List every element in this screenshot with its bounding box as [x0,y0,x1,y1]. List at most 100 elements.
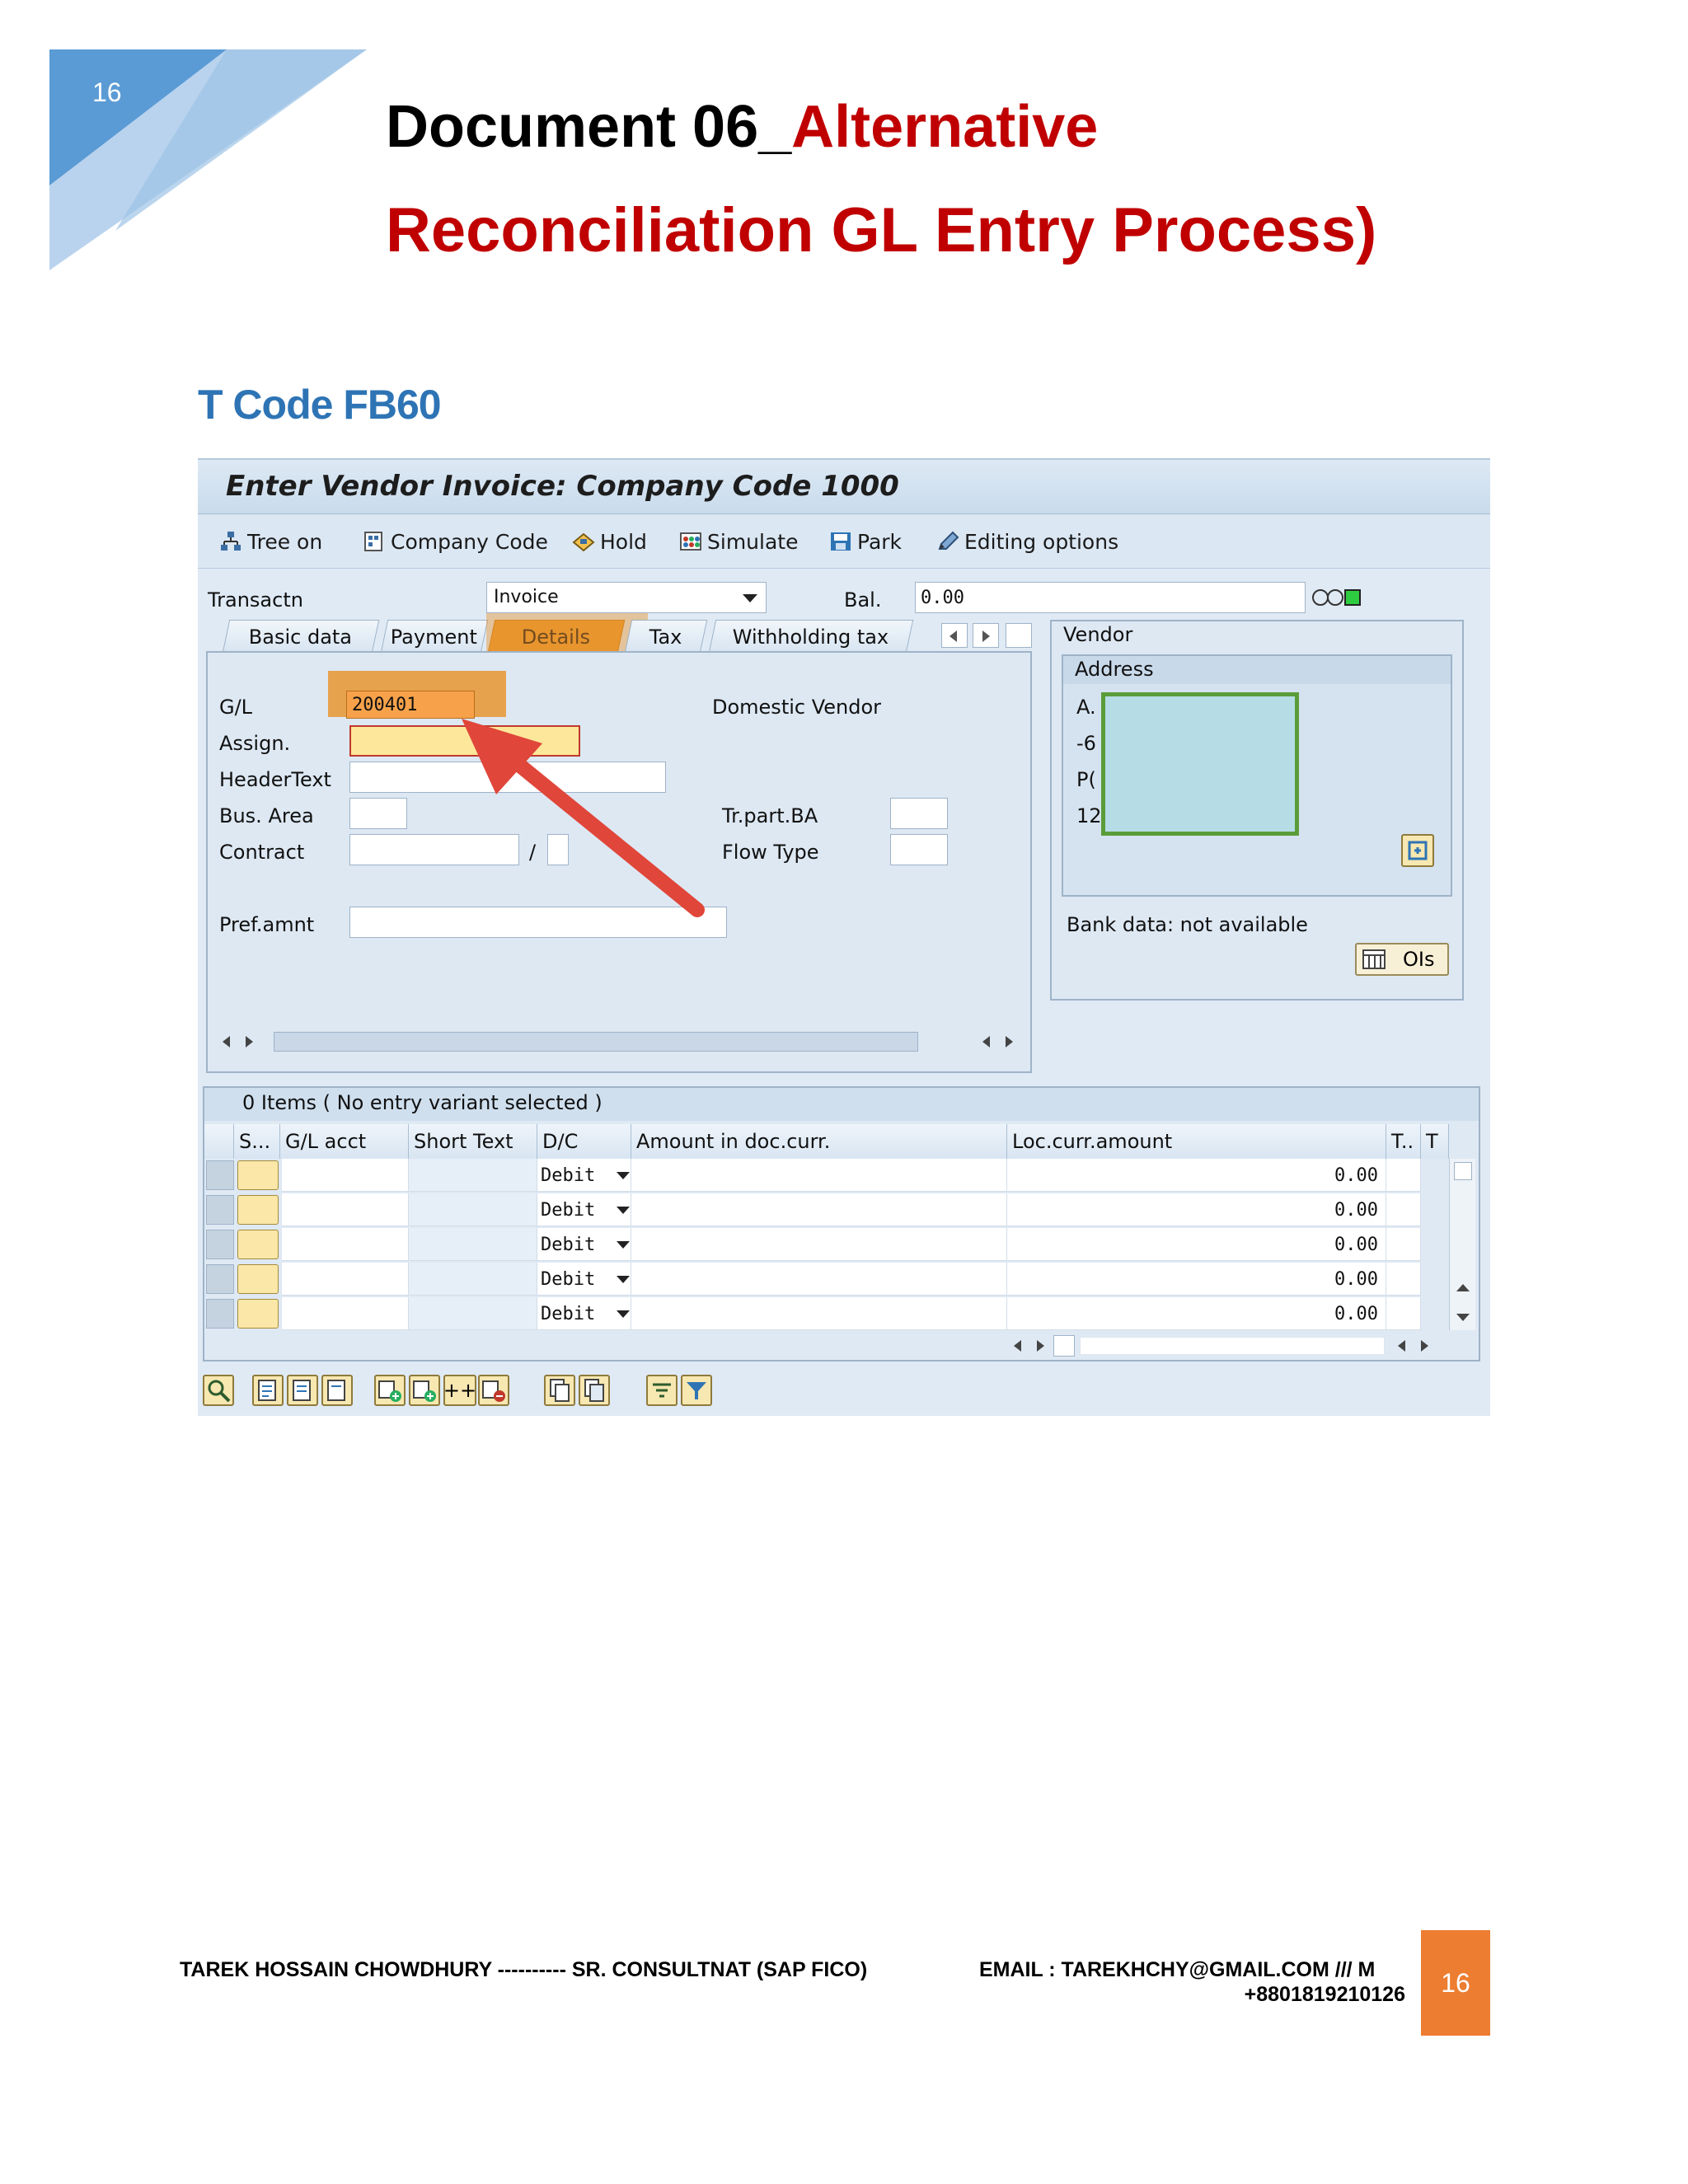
address-edit-button[interactable] [1401,834,1434,867]
editing-options-button[interactable]: Editing options [936,527,1118,555]
loc-amount-value: 0.00 [1334,1200,1378,1221]
flowtype-field[interactable] [890,834,948,865]
deselect-all-button[interactable] [321,1375,353,1406]
column-header-t2[interactable]: T [1421,1124,1449,1159]
t-cell[interactable] [1386,1263,1421,1296]
column-header-t1[interactable]: T.. [1386,1124,1421,1159]
park-button[interactable]: Park [829,527,902,555]
plus-plus-button[interactable]: ++ [443,1375,476,1406]
short-text-cell[interactable] [409,1193,537,1226]
busarea-field[interactable] [349,798,407,829]
row-status-cell[interactable] [237,1195,279,1225]
chevron-down-icon [617,1172,630,1179]
column-header-gl-acct[interactable]: G/L acct [280,1124,409,1159]
short-text-cell[interactable] [409,1297,537,1330]
detail-view-button[interactable] [203,1375,234,1406]
row-selector[interactable] [206,1160,234,1190]
headertext-label: HeaderText [219,768,331,791]
short-text-cell[interactable] [409,1263,537,1296]
chevron-down-icon [743,594,757,602]
details-scrollbar[interactable] [216,1029,1024,1053]
amount-doc-cell[interactable] [631,1263,1007,1296]
sort-button[interactable] [646,1375,678,1406]
tab-tax[interactable]: Tax [624,620,708,653]
select-all-button[interactable] [252,1375,284,1406]
gl-acct-cell[interactable] [282,1228,409,1261]
short-text-cell[interactable] [409,1159,537,1192]
row-selector[interactable] [206,1230,234,1259]
dc-value: Debit [541,1200,596,1221]
row-selector[interactable] [206,1195,234,1225]
tree-on-label: Tree on [247,529,323,554]
transactn-value: Invoice [494,587,559,607]
column-header-status[interactable]: S... [234,1124,280,1159]
flowtype-label: Flow Type [722,841,819,864]
bal-label: Bal. [844,588,882,612]
select-block-button[interactable] [287,1375,318,1406]
append-row-button[interactable] [374,1375,406,1406]
simulate-button[interactable]: Simulate [679,527,798,555]
address-line-1: A. [1076,696,1096,719]
short-text-cell[interactable] [409,1228,537,1261]
filter-button[interactable] [681,1375,712,1406]
horizontal-scrollbar[interactable] [1014,1333,1442,1358]
dc-value: Debit [541,1165,596,1186]
amount-doc-cell[interactable] [631,1159,1007,1192]
row-status-cell[interactable] [237,1230,279,1259]
busarea-label: Bus. Area [219,804,314,827]
trpartba-label: Tr.part.BA [722,804,818,827]
paste-button[interactable] [579,1375,610,1406]
tree-icon [219,531,242,552]
row-status-cell[interactable] [237,1299,279,1329]
t-cell[interactable] [1386,1228,1421,1261]
select-all-icon [258,1380,276,1401]
tab-payment[interactable]: Payment [380,620,489,653]
ois-button[interactable]: OIs [1355,943,1449,976]
footer-author: TAREK HOSSAIN CHOWDHURY ---------- SR. C… [180,1958,868,1981]
t-cell[interactable] [1386,1297,1421,1330]
select-block-icon [293,1380,311,1401]
amount-doc-cell[interactable] [631,1193,1007,1226]
tab-basic-data[interactable]: Basic data [222,620,380,653]
sap-window-title: Enter Vendor Invoice: Company Code 1000 [226,470,899,503]
row-selector[interactable] [206,1264,234,1294]
tab-list-button[interactable] [1006,623,1032,648]
tab-scroll-right-button[interactable] [973,623,999,648]
copy-button[interactable] [544,1375,575,1406]
delete-row-button[interactable] [478,1375,509,1406]
trpartba-field[interactable] [890,798,948,829]
table-icon [1362,949,1386,969]
bal-value: 0.00 [921,588,964,608]
transactn-label: Transactn [208,588,303,612]
amount-doc-cell[interactable] [631,1297,1007,1330]
tab-withholding-tax[interactable]: Withholding tax [708,620,914,653]
gl-acct-cell[interactable] [282,1263,409,1296]
table-config-button[interactable] [204,1124,234,1159]
row-selector[interactable] [206,1299,234,1329]
vertical-scrollbar[interactable] [1449,1159,1475,1330]
address-label: Address [1075,658,1154,681]
simulate-label: Simulate [707,529,799,554]
t-cell[interactable] [1386,1159,1421,1192]
amount-doc-cell[interactable] [631,1228,1007,1261]
insert-row-button[interactable] [409,1375,440,1406]
tree-on-button[interactable]: Tree on [219,527,322,555]
gl-acct-cell[interactable] [282,1159,409,1192]
t-cell[interactable] [1386,1193,1421,1226]
tab-scroll-left-button[interactable] [941,623,968,648]
row-status-cell[interactable] [237,1264,279,1294]
sap-screenshot: Enter Vendor Invoice: Company Code 1000 … [198,458,1490,1416]
gl-acct-cell[interactable] [282,1193,409,1226]
column-header-loc-amount[interactable]: Loc.curr.amount [1007,1124,1386,1159]
column-header-amount-doc[interactable]: Amount in doc.curr. [631,1124,1007,1159]
gl-acct-cell[interactable] [282,1297,409,1330]
add-row-icon [378,1380,401,1402]
transactn-select[interactable]: Invoice [486,582,767,613]
ois-label: OIs [1403,948,1435,971]
row-status-cell[interactable] [237,1160,279,1190]
bank-data-label: Bank data: not available [1067,913,1308,936]
column-header-short-text[interactable]: Short Text [409,1124,537,1159]
company-code-button[interactable]: Company Code [363,527,548,555]
column-header-dc[interactable]: D/C [537,1124,631,1159]
hold-button[interactable]: Hold [572,527,647,555]
